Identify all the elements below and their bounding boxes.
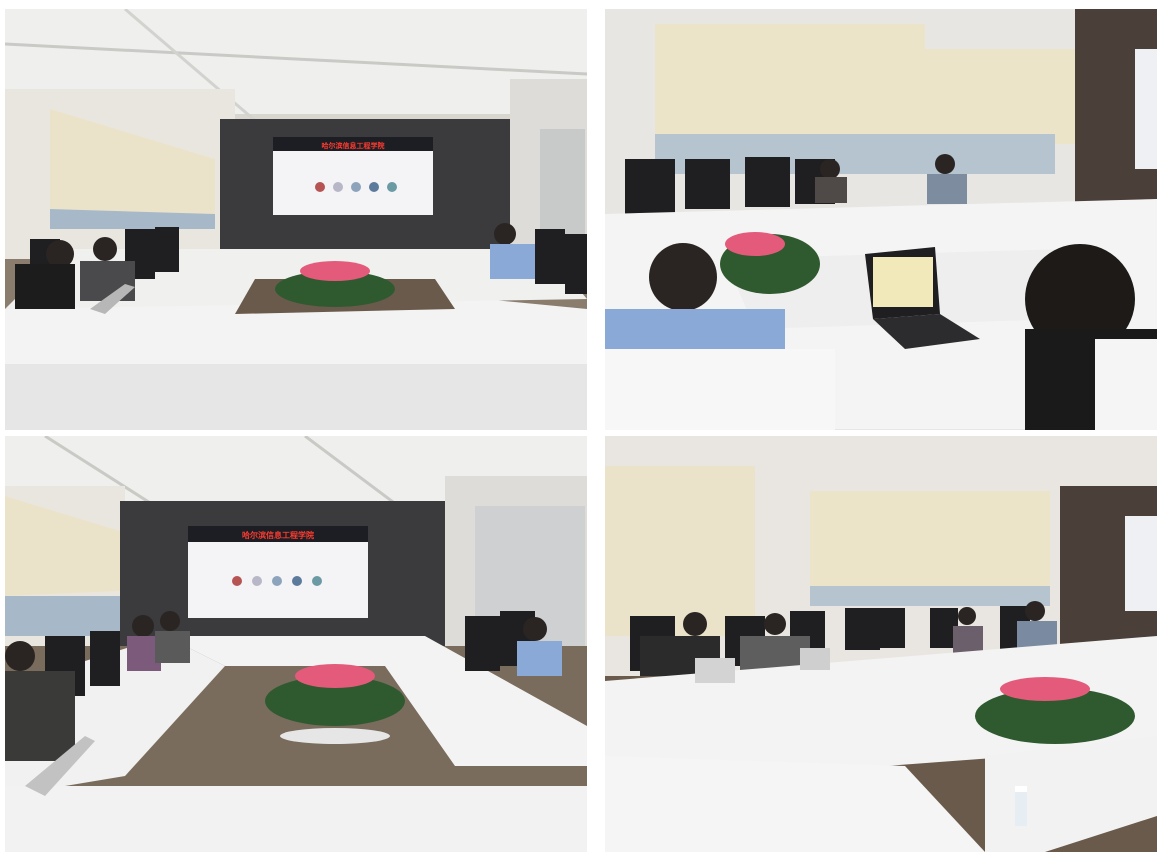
photo-conference-room-screen: 哈尔滨信息工程学院 <box>5 436 587 852</box>
screen-banner: 哈尔滨信息工程学院 <box>242 530 314 540</box>
photo-participants-laptop <box>605 9 1157 430</box>
photo-conference-room-wide: 哈尔滨信息工程学院 <box>5 9 587 430</box>
screen-icon: 哈尔滨信息工程学院 <box>188 526 368 618</box>
screen-icon: 哈尔滨信息工程学院 <box>273 137 433 215</box>
photo-conference-room-side <box>605 436 1157 852</box>
meeting-photo-collage: 哈尔滨信息工程学院 哈尔滨信息工程学院 <box>0 0 1157 852</box>
screen-banner: 哈尔滨信息工程学院 <box>322 141 385 150</box>
